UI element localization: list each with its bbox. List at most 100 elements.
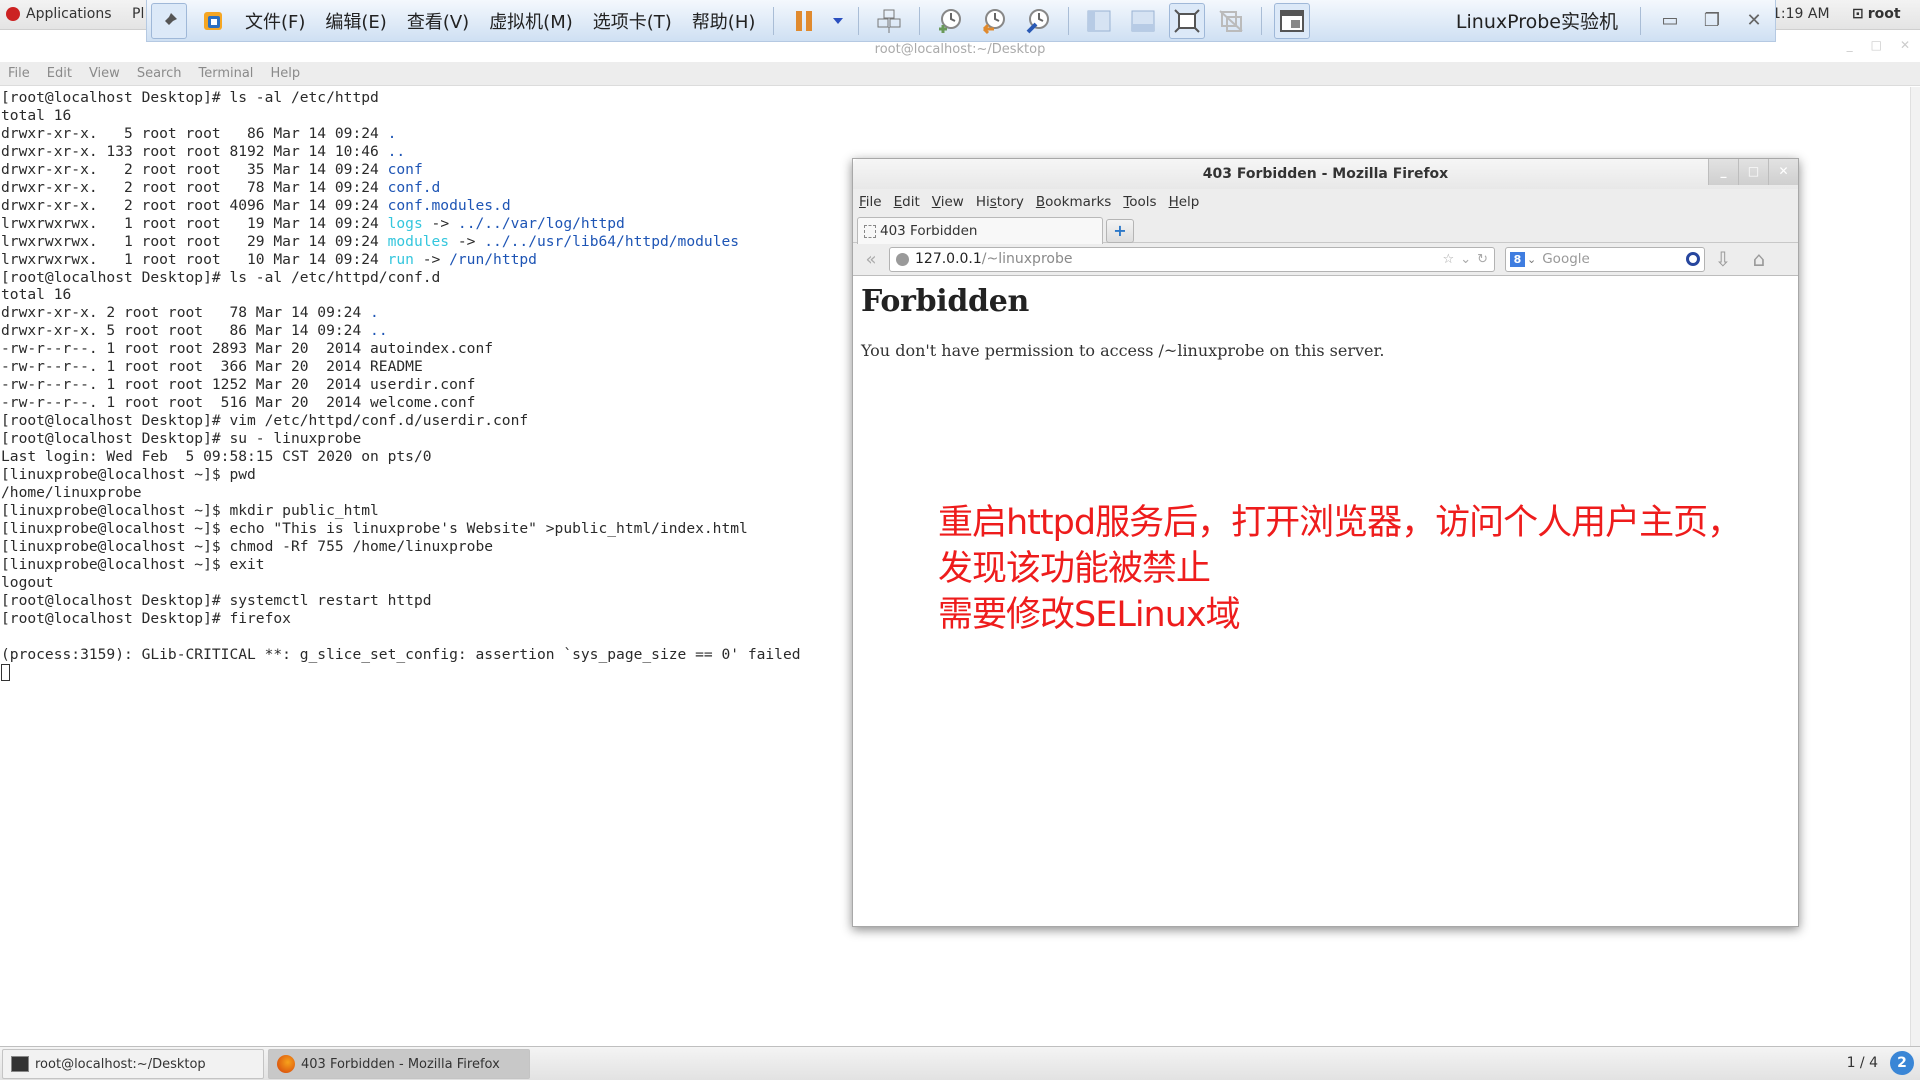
vm-minimize-button[interactable]: ▭ (1649, 10, 1691, 31)
terminal-text: -> (449, 232, 485, 250)
terminal-text: drwxr-xr-x. 2 root root 78 Mar 14 09:24 (1, 304, 371, 322)
terminal-menubar: File Edit View Search Terminal Help (0, 62, 1920, 86)
plus-icon: + (1113, 221, 1127, 240)
toolbar-separator (773, 6, 775, 35)
terminal-text: drwxr-xr-x. 5 root root 86 Mar 14 09:24 (1, 124, 388, 142)
vm-title: LinuxProbe实验机 (1455, 11, 1618, 33)
terminal-line: [root@localhost Desktop]# ls -al /etc/ht… (1, 89, 1910, 107)
dropdown-arrow-icon[interactable] (830, 3, 846, 39)
snapshot-manager-icon[interactable] (1020, 3, 1056, 39)
terminal-scrollbar[interactable] (1910, 87, 1920, 1047)
terminal-menu-search[interactable]: Search (137, 66, 182, 81)
url-history-dropdown-icon[interactable]: ⌄ (1460, 252, 1471, 267)
terminal-close-button[interactable]: ✕ (1900, 38, 1910, 52)
clock[interactable]: 1:19 AM (1772, 6, 1830, 22)
terminal-text: [root@localhost Desktop]# vim /etc/httpd… (1, 412, 529, 430)
site-identity-icon[interactable] (896, 252, 909, 266)
terminal-icon (11, 1056, 29, 1072)
annotation-line: 发现该功能被禁止 (938, 549, 1211, 589)
terminal-text: lrwxrwxrwx. 1 root root 10 Mar 14 09:24 (1, 250, 388, 268)
firefox-menu-history[interactable]: History (976, 194, 1024, 210)
firefox-menu-edit[interactable]: Edit (894, 194, 920, 210)
directory-name: . (387, 124, 397, 142)
applications-label: Applications (26, 6, 112, 22)
directory-name: conf (387, 160, 423, 178)
search-engine-dropdown-icon[interactable]: ⌄ (1527, 253, 1536, 266)
places-menu[interactable]: Pl (132, 6, 144, 22)
vm-menu-file[interactable]: 文件(F) (245, 8, 305, 34)
firefox-titlebar[interactable]: 403 Forbidden - Mozilla Firefox _ □ ✕ (853, 159, 1798, 189)
firefox-menu-bookmarks[interactable]: Bookmarks (1036, 194, 1111, 210)
firefox-close-button[interactable]: ✕ (1768, 159, 1798, 185)
terminal-text: [linuxprobe@localhost ~]$ mkdir public_h… (1, 501, 379, 519)
thumbnail-view-icon[interactable] (1125, 3, 1161, 39)
vm-menu-vm[interactable]: 虚拟机(M) (489, 8, 573, 34)
terminal-text: [root@localhost Desktop]# ls -al /etc/ht… (1, 89, 379, 106)
terminal-text: -> (413, 250, 450, 268)
workspace-indicator[interactable]: 1 / 4 (1847, 1055, 1878, 1071)
terminal-text: [root@localhost Desktop]# su - linuxprob… (1, 430, 362, 448)
fullscreen-icon[interactable] (1169, 2, 1206, 39)
url-path: /~linuxprobe (981, 251, 1073, 267)
vm-restore-button[interactable]: ❐ (1691, 10, 1733, 31)
firefox-minimize-button[interactable]: _ (1708, 159, 1738, 185)
terminal-text: Last login: Wed Feb 5 09:58:15 CST 2020 … (1, 448, 432, 466)
snapshot-revert-icon[interactable] (976, 3, 1012, 39)
vm-close-button[interactable]: ✕ (1733, 10, 1775, 31)
unity-icon[interactable] (1213, 3, 1249, 39)
terminal-text: drwxr-xr-x. 2 root root 78 Mar 14 09:24 (1, 178, 388, 196)
terminal-maximize-button[interactable]: □ (1871, 38, 1882, 52)
url-bar[interactable]: 127.0.0.1/~linuxprobe ☆ ⌄ ↻ (889, 246, 1495, 272)
snapshot-take-icon[interactable] (932, 3, 968, 39)
firefox-menu-help[interactable]: Help (1169, 194, 1200, 210)
vm-menu-edit[interactable]: 编辑(E) (325, 8, 386, 34)
pause-icon[interactable] (786, 3, 822, 39)
page-content: Forbidden You don't have permission to a… (853, 276, 1798, 366)
pin-icon[interactable] (151, 2, 187, 39)
taskbar-item-terminal[interactable]: root@localhost:~/Desktop (2, 1049, 264, 1079)
user-menu[interactable]: ⊡ root (1852, 6, 1901, 22)
bookmark-star-icon[interactable]: ☆ (1443, 252, 1455, 267)
terminal-menu-help[interactable]: Help (270, 66, 300, 81)
terminal-menu-file[interactable]: File (8, 66, 30, 81)
terminal-text: drwxr-xr-x. 5 root root 86 Mar 14 09:24 (1, 322, 371, 340)
terminal-text: total 16 (1, 286, 72, 304)
new-tab-button[interactable]: + (1106, 219, 1134, 243)
sidebar-view-icon[interactable] (1081, 3, 1117, 39)
terminal-minimize-button[interactable]: _ (1847, 38, 1853, 52)
notification-badge[interactable]: 2 (1890, 1051, 1914, 1075)
annotation-line: 需要修改SELinux域 (938, 595, 1241, 635)
vm-menu-help[interactable]: 帮助(H) (692, 8, 756, 34)
google-engine-icon[interactable]: 8 (1510, 251, 1525, 267)
terminal-text: [linuxprobe@localhost ~]$ echo "This is … (1, 519, 748, 537)
tab-403-forbidden[interactable]: 403 Forbidden (857, 217, 1103, 244)
redhat-logo-icon (6, 7, 20, 21)
terminal-text: [linuxprobe@localhost ~]$ chmod -Rf 755 … (1, 537, 494, 555)
firefox-maximize-button[interactable]: □ (1738, 159, 1768, 185)
taskbar-item-firefox[interactable]: 403 Forbidden - Mozilla Firefox (268, 1049, 530, 1079)
firefox-menu-tools[interactable]: Tools (1123, 194, 1156, 210)
download-arrow-icon: ⇩ (1714, 247, 1732, 271)
downloads-button[interactable]: ⇩ (1705, 247, 1741, 271)
home-button[interactable]: ⌂ (1741, 247, 1777, 271)
terminal-menu-edit[interactable]: Edit (47, 66, 72, 81)
firefox-menu-file[interactable]: File (859, 194, 882, 210)
terminal-text: total 16 (1, 106, 72, 124)
toolbar-separator (1261, 6, 1263, 35)
page-heading: Forbidden (861, 284, 1029, 319)
vm-menu-tabs[interactable]: 选项卡(T) (593, 8, 672, 34)
send-ctrl-alt-del-icon[interactable] (871, 3, 907, 39)
terminal-menu-view[interactable]: View (89, 66, 120, 81)
terminal-window-controls: _ □ ✕ (1847, 38, 1910, 52)
console-view-icon[interactable] (1274, 2, 1311, 39)
reload-icon[interactable]: ↻ (1477, 252, 1488, 267)
applications-menu[interactable]: Applications (6, 6, 112, 22)
terminal-text: -> (422, 214, 458, 232)
vm-menu-view[interactable]: 查看(V) (407, 8, 469, 34)
back-button[interactable]: « (857, 249, 885, 270)
url-host: 127.0.0.1 (915, 251, 982, 267)
terminal-menu-terminal[interactable]: Terminal (198, 66, 253, 81)
firefox-menu-view[interactable]: View (932, 194, 964, 210)
search-icon[interactable] (1686, 252, 1700, 266)
search-bar[interactable]: 8 ⌄ Google (1505, 246, 1705, 272)
